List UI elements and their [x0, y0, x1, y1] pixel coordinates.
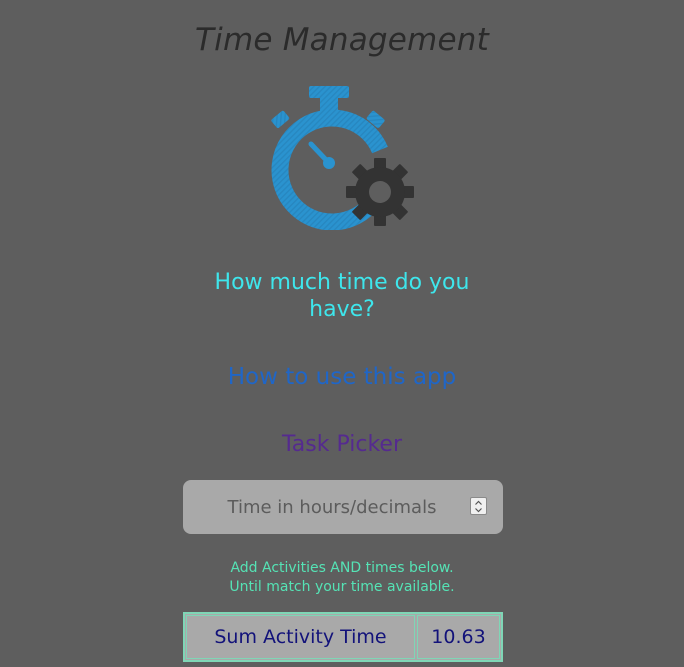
time-input-container	[183, 480, 503, 534]
chevron-up-icon[interactable]	[475, 500, 482, 506]
time-stepper[interactable]	[470, 497, 487, 515]
app-title: Time Management	[195, 22, 489, 58]
time-available-input[interactable]	[183, 480, 477, 534]
time-question: How much time do you have?	[214, 270, 470, 322]
sum-activity-table: Sum Activity Time 10.63	[183, 612, 503, 662]
sum-activity-label: Sum Activity Time	[186, 615, 415, 659]
gear-icon	[346, 158, 414, 226]
instructions-text: Add Activities AND times below. Until ma…	[0, 559, 684, 597]
chevron-down-icon[interactable]	[475, 507, 482, 513]
how-to-use-link[interactable]: How to use this app	[0, 364, 684, 390]
task-picker-link[interactable]: Task Picker	[0, 432, 684, 457]
instructions-line-1: Add Activities AND times below.	[230, 560, 454, 576]
instructions-line-2: Until match your time available.	[229, 579, 455, 595]
stopwatch-gear-icon	[271, 86, 414, 230]
sum-activity-value: 10.63	[417, 615, 500, 659]
